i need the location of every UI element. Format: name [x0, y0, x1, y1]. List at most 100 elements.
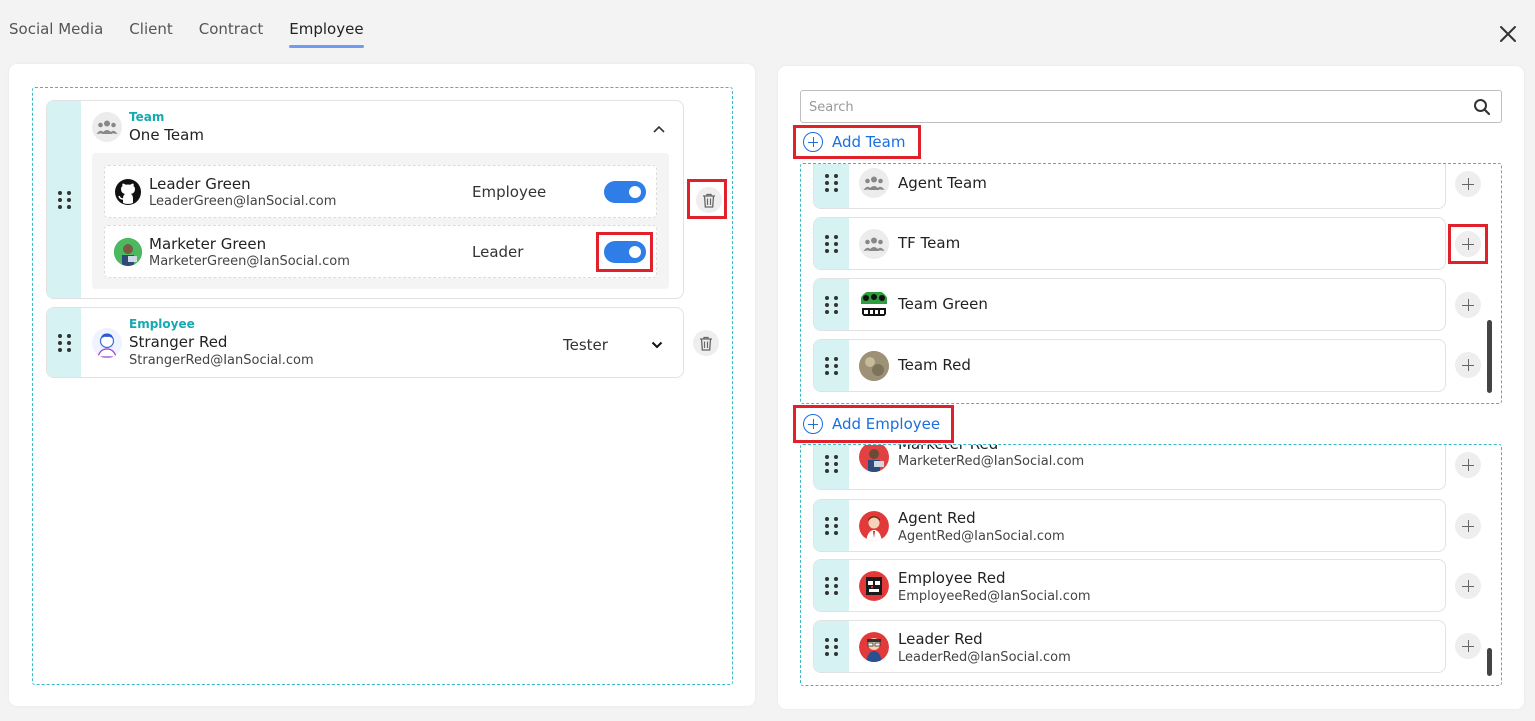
tab-employee[interactable]: Employee — [289, 0, 364, 48]
tab-contract[interactable]: Contract — [199, 0, 264, 48]
user-avatar — [92, 328, 122, 358]
add-employee-row-button[interactable] — [1455, 573, 1481, 599]
employee-list: Marketer Red MarketerRed@IanSocial.com A… — [800, 444, 1502, 686]
highlight-box — [596, 232, 653, 272]
member-name: Marketer Green — [149, 235, 267, 253]
drag-dots-icon — [825, 637, 838, 656]
employee-row-name: Agent Red — [898, 509, 976, 527]
drag-handle[interactable] — [814, 445, 849, 489]
team-row-name: TF Team — [898, 234, 961, 252]
assigned-dropzone: Team One Team Leader Green LeaderGreen@I… — [32, 87, 733, 685]
add-team-row-button[interactable] — [1455, 292, 1481, 318]
team-row: Team Green — [813, 278, 1446, 331]
drag-dots-icon — [825, 516, 838, 535]
team-icon — [859, 168, 889, 198]
add-employee-row-button[interactable] — [1455, 452, 1481, 478]
github-icon — [114, 178, 142, 206]
employee-row-email: LeaderRed@IanSocial.com — [898, 650, 1071, 665]
drag-handle[interactable] — [814, 164, 849, 208]
user-avatar — [859, 445, 889, 472]
close-icon[interactable] — [1496, 22, 1520, 46]
team-icon — [859, 229, 889, 259]
member-role: Leader — [472, 243, 524, 261]
team-list-scrollbar[interactable] — [1487, 320, 1492, 393]
drag-handle[interactable] — [814, 500, 849, 551]
employee-email: StrangerRed@IanSocial.com — [129, 353, 314, 368]
add-employee-row-button[interactable] — [1455, 633, 1481, 659]
add-team-row-button[interactable] — [1455, 171, 1481, 197]
member-toggle[interactable] — [604, 181, 646, 203]
drag-handle[interactable] — [814, 279, 849, 330]
team-green-logo — [859, 290, 889, 320]
drag-dots-icon — [825, 295, 838, 314]
user-avatar — [859, 571, 889, 601]
team-list: Agent Team TF Team Team Green Team Red — [800, 163, 1502, 404]
team-row: Agent Team — [813, 164, 1446, 209]
tab-bar: Social Media Client Contract Employee — [9, 0, 390, 48]
employee-row: Agent Red AgentRed@IanSocial.com — [813, 499, 1446, 552]
drag-dots-icon — [825, 173, 838, 192]
team-members-list: Leader Green LeaderGreen@IanSocial.com E… — [92, 153, 669, 289]
drag-handle[interactable] — [47, 101, 81, 298]
available-panel: Add Team Agent Team TF Team Team Green — [778, 66, 1524, 709]
employee-type-label: Employee — [129, 317, 195, 331]
drag-handle[interactable] — [814, 218, 849, 269]
drag-dots-icon — [825, 356, 838, 375]
member-row: Leader Green LeaderGreen@IanSocial.com E… — [104, 165, 657, 218]
team-row: TF Team — [813, 217, 1446, 270]
drag-handle[interactable] — [814, 340, 849, 391]
tab-social-media[interactable]: Social Media — [9, 0, 103, 48]
trash-icon — [700, 336, 712, 351]
team-icon — [92, 112, 122, 142]
employee-row-name: Leader Red — [898, 630, 983, 648]
team-row-name: Team Red — [898, 356, 971, 374]
user-avatar — [859, 511, 889, 541]
employee-row-email: EmployeeRed@IanSocial.com — [898, 589, 1091, 604]
highlight-box — [793, 405, 954, 443]
member-email: LeaderGreen@IanSocial.com — [149, 194, 337, 209]
user-avatar — [114, 238, 142, 266]
employee-name: Stranger Red — [129, 333, 228, 351]
highlight-box — [1448, 224, 1488, 264]
drag-handle[interactable] — [814, 621, 849, 672]
user-avatar — [859, 632, 889, 662]
team-row: Team Red — [813, 339, 1446, 392]
team-name: One Team — [129, 126, 204, 144]
drag-dots-icon — [825, 576, 838, 595]
drag-handle[interactable] — [47, 308, 81, 377]
drag-dots-icon — [57, 190, 71, 209]
assigned-panel: Team One Team Leader Green LeaderGreen@I… — [9, 64, 755, 706]
employee-row: Leader Red LeaderRed@IanSocial.com — [813, 620, 1446, 673]
member-email: MarketerGreen@IanSocial.com — [149, 254, 350, 269]
drag-dots-icon — [825, 234, 838, 253]
highlight-box — [793, 125, 921, 159]
employee-list-scrollbar[interactable] — [1487, 648, 1492, 676]
search-box — [800, 90, 1502, 123]
employee-row-email: AgentRed@IanSocial.com — [898, 529, 1065, 544]
team-row-name: Agent Team — [898, 174, 987, 192]
member-role: Employee — [472, 183, 547, 201]
employee-row-email: MarketerRed@IanSocial.com — [898, 454, 1085, 469]
chevron-down-icon — [651, 341, 663, 349]
add-employee-row-button[interactable] — [1455, 513, 1481, 539]
role-select[interactable]: Tester — [563, 334, 663, 356]
team-red-logo — [859, 351, 889, 381]
add-team-row-button[interactable] — [1455, 352, 1481, 378]
employee-row-name: Employee Red — [898, 569, 1006, 587]
drag-dots-icon — [57, 333, 71, 352]
drag-handle[interactable] — [814, 560, 849, 611]
team-row-name: Team Green — [898, 295, 988, 313]
member-row: Marketer Green MarketerGreen@IanSocial.c… — [104, 225, 657, 278]
role-select-value: Tester — [563, 336, 608, 354]
delete-employee-button[interactable] — [693, 330, 719, 356]
team-card: Team One Team Leader Green LeaderGreen@I… — [46, 100, 684, 299]
team-type-label: Team — [129, 110, 165, 124]
tab-client[interactable]: Client — [129, 0, 172, 48]
drag-dots-icon — [825, 454, 838, 473]
search-input[interactable] — [809, 97, 1449, 117]
employee-row-name: Marketer Red — [898, 444, 999, 453]
highlight-box — [687, 179, 727, 219]
search-icon[interactable] — [1473, 98, 1491, 116]
employee-card: Employee Stranger Red StrangerRed@IanSoc… — [46, 307, 684, 378]
chevron-up-icon[interactable] — [652, 121, 666, 135]
